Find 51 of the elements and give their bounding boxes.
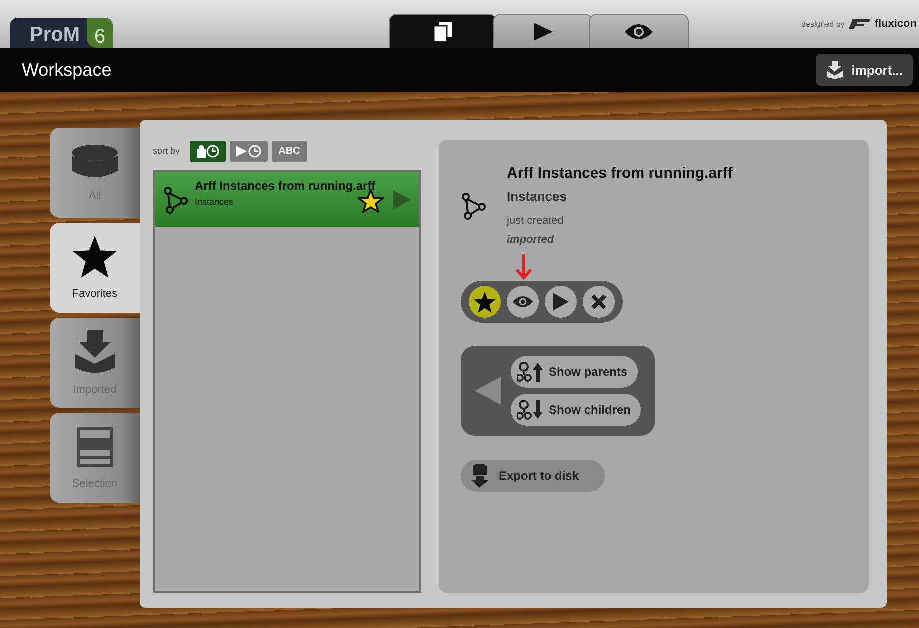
export-icon <box>471 464 489 488</box>
star-icon <box>73 236 117 278</box>
back-arrow-icon <box>475 377 503 405</box>
eye-icon <box>512 295 534 309</box>
eye-icon <box>624 22 654 40</box>
import-icon <box>73 330 117 374</box>
favorites-tab[interactable]: Favorites <box>50 223 140 313</box>
show-children-button[interactable]: Show children <box>511 394 642 426</box>
resource-item[interactable]: Arff Instances from running.arff Instances <box>155 172 419 227</box>
resource-title: Arff Instances from running.arff <box>507 165 733 182</box>
logo-text: ProM <box>30 23 80 48</box>
brand-text: fluxicon <box>874 18 917 30</box>
database-icon <box>71 144 119 180</box>
views-tab[interactable] <box>589 14 690 48</box>
origin-label: imported <box>507 234 556 246</box>
close-icon <box>591 294 607 310</box>
play-icon <box>393 190 411 210</box>
clock-icon <box>196 144 220 158</box>
fluxicon-logo-icon <box>848 19 871 29</box>
play-icon <box>553 293 569 311</box>
import-icon <box>826 61 844 79</box>
pages-icon <box>434 22 452 42</box>
graph-icon <box>163 186 189 214</box>
children-icon <box>517 400 543 420</box>
created-sort-button[interactable] <box>190 140 226 162</box>
actions-tab[interactable] <box>493 14 594 48</box>
show-parents-button[interactable]: Show parents <box>511 356 638 388</box>
alpha-sort-button[interactable]: ABC <box>272 140 308 162</box>
play-icon <box>533 22 554 40</box>
view-button[interactable] <box>507 286 539 318</box>
export-button[interactable]: Export to disk <box>461 460 606 492</box>
clock-icon <box>236 144 262 158</box>
import-button[interactable]: import... <box>816 54 913 86</box>
used-sort-button[interactable] <box>230 140 268 162</box>
created-label: just created <box>507 215 565 227</box>
resource-name: Arff Instances from running.arff <box>195 178 377 192</box>
resource-type: Instances <box>195 196 235 206</box>
credit-text: designed by <box>802 20 845 28</box>
favorite-button[interactable] <box>469 286 501 318</box>
workspace-tab[interactable] <box>389 14 498 48</box>
parents-icon <box>517 362 543 382</box>
sort-label: sort by <box>153 146 180 156</box>
annotation-arrow <box>516 254 532 280</box>
resource-type: Instances <box>507 189 568 204</box>
logo-version: 6 <box>87 18 113 48</box>
remove-button[interactable] <box>583 286 615 318</box>
star-icon <box>474 292 496 312</box>
layers-icon <box>76 426 114 468</box>
graph-icon <box>461 192 487 220</box>
play-button[interactable] <box>545 286 577 318</box>
workspace-title: Workspace <box>22 60 112 80</box>
